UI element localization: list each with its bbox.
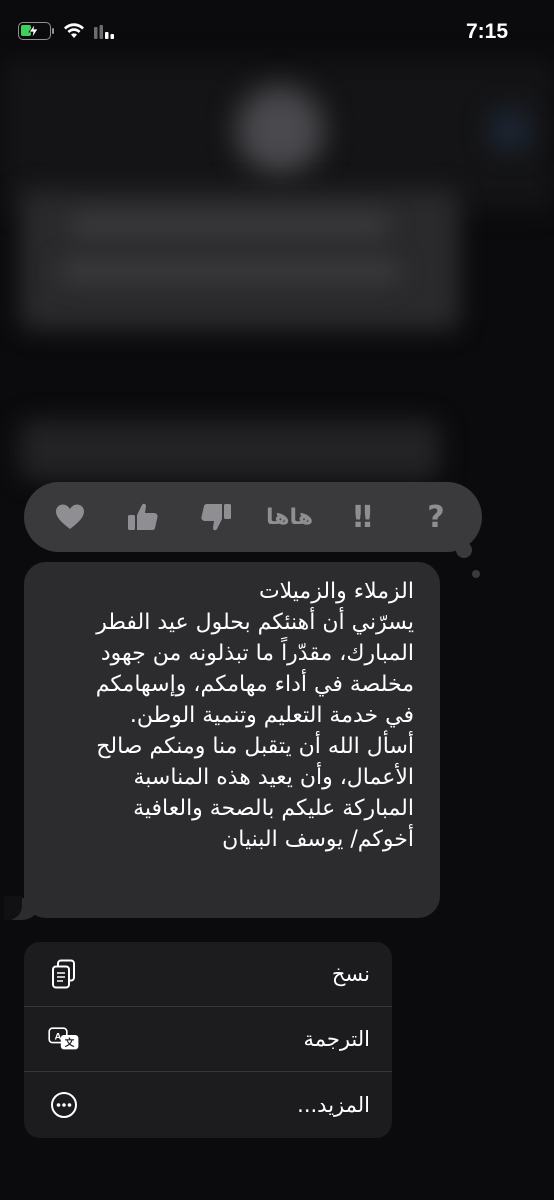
context-menu: نسخ A 文 الترجمة المزيد...: [24, 942, 392, 1138]
message-line: الأعمال، وأن يعيد هذه المناسبة: [133, 765, 415, 790]
menu-item-label: المزيد...: [297, 1092, 370, 1117]
question-reaction-button[interactable]: ?: [410, 491, 462, 543]
battery-icon: [18, 22, 54, 40]
reaction-bar-tail-small: [472, 570, 480, 578]
tapback-reaction-bar: هاها ‼ ?: [24, 482, 482, 578]
message-bubble[interactable]: الزملاء والزميلات يسرّني أن أهنئكم بحلول…: [24, 562, 440, 918]
svg-text:A: A: [55, 1031, 62, 1042]
clock-time: 7:15: [465, 20, 508, 43]
message-line: مخلصة في أداء مهامكم، وإسهامكم: [95, 672, 414, 697]
thumbs-down-reaction-button[interactable]: [190, 491, 242, 543]
menu-item-copy[interactable]: نسخ: [24, 942, 392, 1007]
message-line: المباركة عليكم بالصحة والعافية: [133, 796, 414, 821]
thumbs-up-reaction-button[interactable]: [117, 491, 169, 543]
more-icon: [48, 1089, 80, 1121]
thumbs-down-icon: [201, 504, 232, 531]
status-icons: [18, 22, 116, 40]
wifi-icon: [64, 23, 84, 38]
heart-reaction-button[interactable]: [44, 491, 96, 543]
haha-label: هاها: [266, 504, 314, 530]
menu-item-more[interactable]: المزيد...: [24, 1072, 392, 1137]
message-line: أسأل الله أن يتقبل منا ومنكم صالح: [96, 734, 414, 759]
copy-icon: [48, 958, 80, 990]
translate-icon: A 文: [48, 1023, 80, 1055]
message-line: في خدمة التعليم وتنمية الوطن.: [129, 703, 414, 728]
message-line: الزملاء والزميلات: [258, 579, 414, 604]
message-line: أخوكم/ يوسف البنيان: [222, 827, 414, 852]
reaction-bar-tail: [456, 542, 472, 558]
menu-item-label: الترجمة: [303, 1027, 370, 1051]
menu-item-translate[interactable]: A 文 الترجمة: [24, 1007, 392, 1072]
menu-item-label: نسخ: [331, 962, 370, 986]
status-bar: 7:15: [0, 0, 554, 70]
message-line: المبارك، مقدّراً ما تبذلونه من جهود: [100, 641, 414, 666]
thumbs-up-icon: [128, 503, 158, 530]
cellular-signal-icon: [94, 25, 114, 39]
screen: 7:15 هاها ‼ ? الزملاء والزميلات يسرّني أ…: [0, 0, 554, 1200]
question-icon: ?: [427, 499, 445, 535]
haha-reaction-button[interactable]: هاها: [264, 491, 316, 543]
svg-text:文: 文: [64, 1037, 75, 1049]
message-line: يسرّني أن أهنئكم بحلول عيد الفطر: [96, 610, 414, 635]
heart-icon: [56, 504, 84, 529]
exclamation-icon: ‼: [353, 499, 373, 535]
emphasis-reaction-button[interactable]: ‼: [337, 491, 389, 543]
